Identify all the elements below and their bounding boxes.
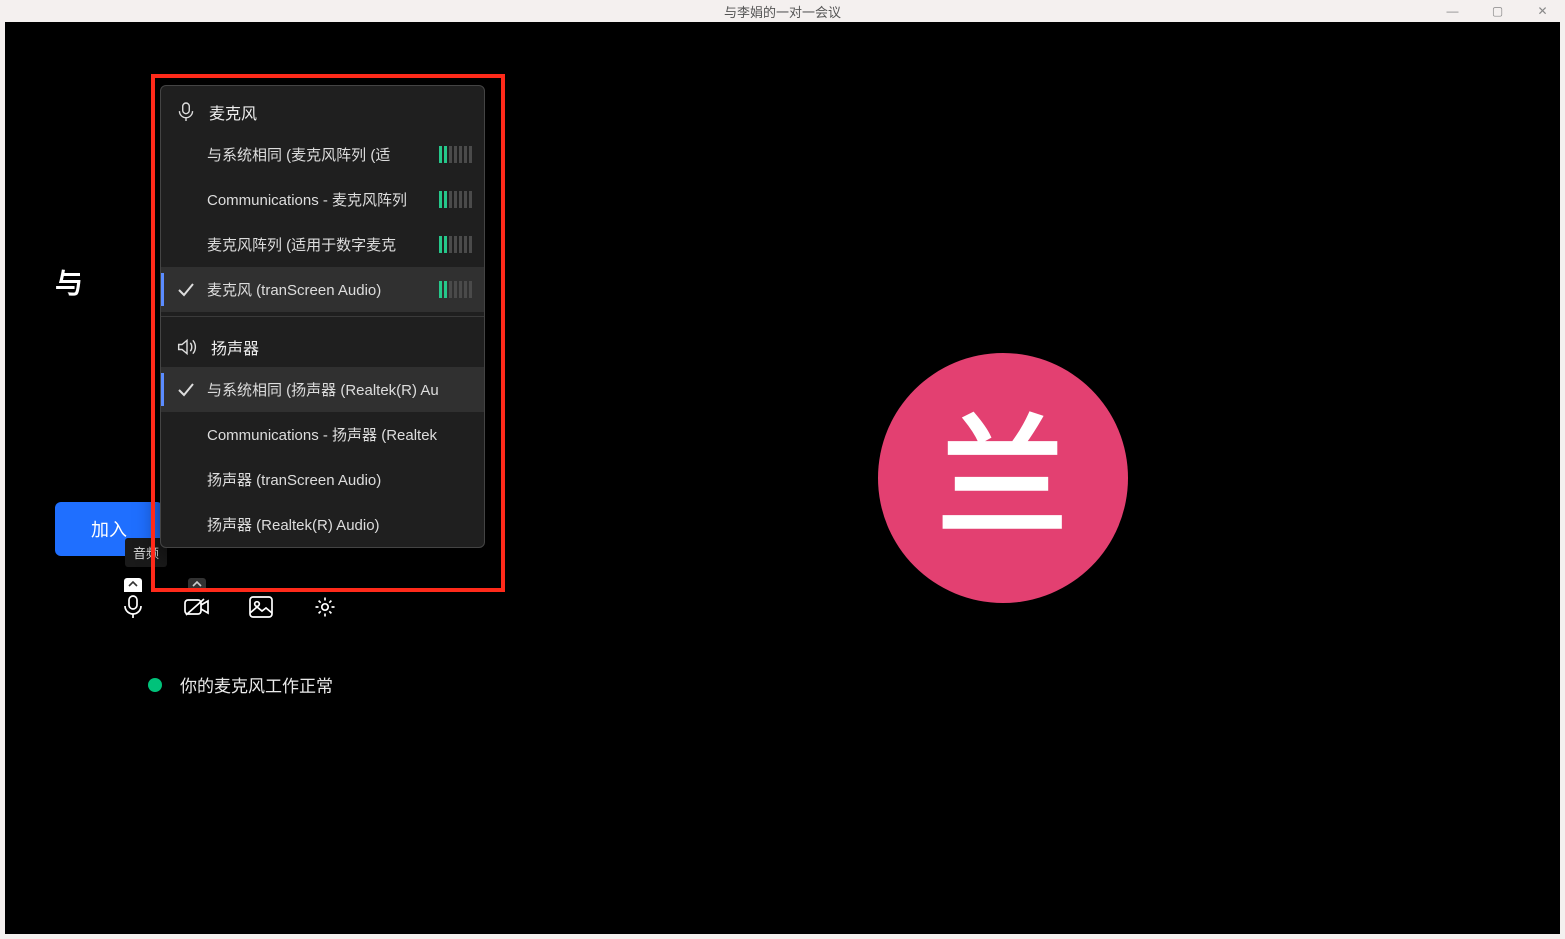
- maximize-button[interactable]: ▢: [1475, 4, 1520, 18]
- window-controls: — ▢ ✕: [1430, 0, 1565, 22]
- device-toolbar: [120, 594, 338, 620]
- close-button[interactable]: ✕: [1520, 4, 1565, 18]
- speaker-option[interactable]: 扬声器 (Realtek(R) Audio): [161, 502, 484, 547]
- mic-icon: [177, 102, 195, 122]
- speaker-option[interactable]: 与系统相同 (扬声器 (Realtek(R) Au: [161, 367, 484, 412]
- mic-option-label: 麦克风 (tranScreen Audio): [207, 279, 429, 300]
- check-icon: [178, 283, 194, 297]
- avatar-initial: 兰: [937, 413, 1067, 543]
- minimize-button[interactable]: —: [1430, 4, 1475, 18]
- window-title: 与李娟的一对一会议: [724, 2, 841, 21]
- avatar: 兰: [878, 353, 1128, 603]
- speaker-icon: [177, 338, 197, 356]
- status-dot-icon: [148, 678, 162, 692]
- speaker-section-label: 扬声器: [211, 335, 259, 359]
- gear-icon: [313, 595, 337, 619]
- speaker-section-header: 扬声器: [161, 321, 484, 367]
- popup-divider: [161, 316, 484, 317]
- window-titlebar: 与李娟的一对一会议 — ▢ ✕: [0, 0, 1565, 22]
- mic-options-chevron[interactable]: [124, 578, 142, 592]
- mic-option[interactable]: 与系统相同 (麦克风阵列 (适: [161, 132, 484, 177]
- mic-option-label: 麦克风阵列 (适用于数字麦克: [207, 234, 429, 255]
- camera-button[interactable]: [184, 594, 210, 620]
- mic-section-label: 麦克风: [209, 100, 257, 124]
- check-icon: [178, 383, 194, 397]
- mic-icon: [122, 595, 144, 619]
- camera-off-icon: [184, 597, 210, 617]
- level-meter-icon: [439, 146, 472, 163]
- video-preview-area: 兰: [445, 22, 1560, 934]
- image-icon: [249, 596, 273, 618]
- speaker-option[interactable]: Communications - 扬声器 (Realtek: [161, 412, 484, 457]
- speaker-option-label: 与系统相同 (扬声器 (Realtek(R) Au: [207, 379, 472, 400]
- level-meter-icon: [439, 236, 472, 253]
- mic-option[interactable]: Communications - 麦克风阵列: [161, 177, 484, 222]
- mic-status-row: 你的麦克风工作正常: [148, 672, 333, 697]
- app-body: 与 加入 音频: [5, 22, 1560, 934]
- mic-option-label: 与系统相同 (麦克风阵列 (适: [207, 144, 429, 165]
- speaker-option-label: Communications - 扬声器 (Realtek: [207, 424, 472, 445]
- mic-option[interactable]: 麦克风阵列 (适用于数字麦克: [161, 222, 484, 267]
- mic-option-label: Communications - 麦克风阵列: [207, 189, 429, 210]
- level-meter-icon: [439, 191, 472, 208]
- mic-button[interactable]: [120, 594, 146, 620]
- camera-options-chevron[interactable]: [188, 578, 206, 592]
- mic-section-header: 麦克风: [161, 86, 484, 132]
- audio-device-popup: 麦克风 与系统相同 (麦克风阵列 (适 Communications - 麦克风阵…: [160, 85, 485, 548]
- speaker-option[interactable]: 扬声器 (tranScreen Audio): [161, 457, 484, 502]
- mic-status-text: 你的麦克风工作正常: [180, 672, 333, 697]
- mic-option[interactable]: 麦克风 (tranScreen Audio): [161, 267, 484, 312]
- settings-button[interactable]: [312, 594, 338, 620]
- speaker-option-label: 扬声器 (tranScreen Audio): [207, 469, 472, 490]
- level-meter-icon: [439, 281, 472, 298]
- speaker-option-label: 扬声器 (Realtek(R) Audio): [207, 514, 472, 535]
- background-button[interactable]: [248, 594, 274, 620]
